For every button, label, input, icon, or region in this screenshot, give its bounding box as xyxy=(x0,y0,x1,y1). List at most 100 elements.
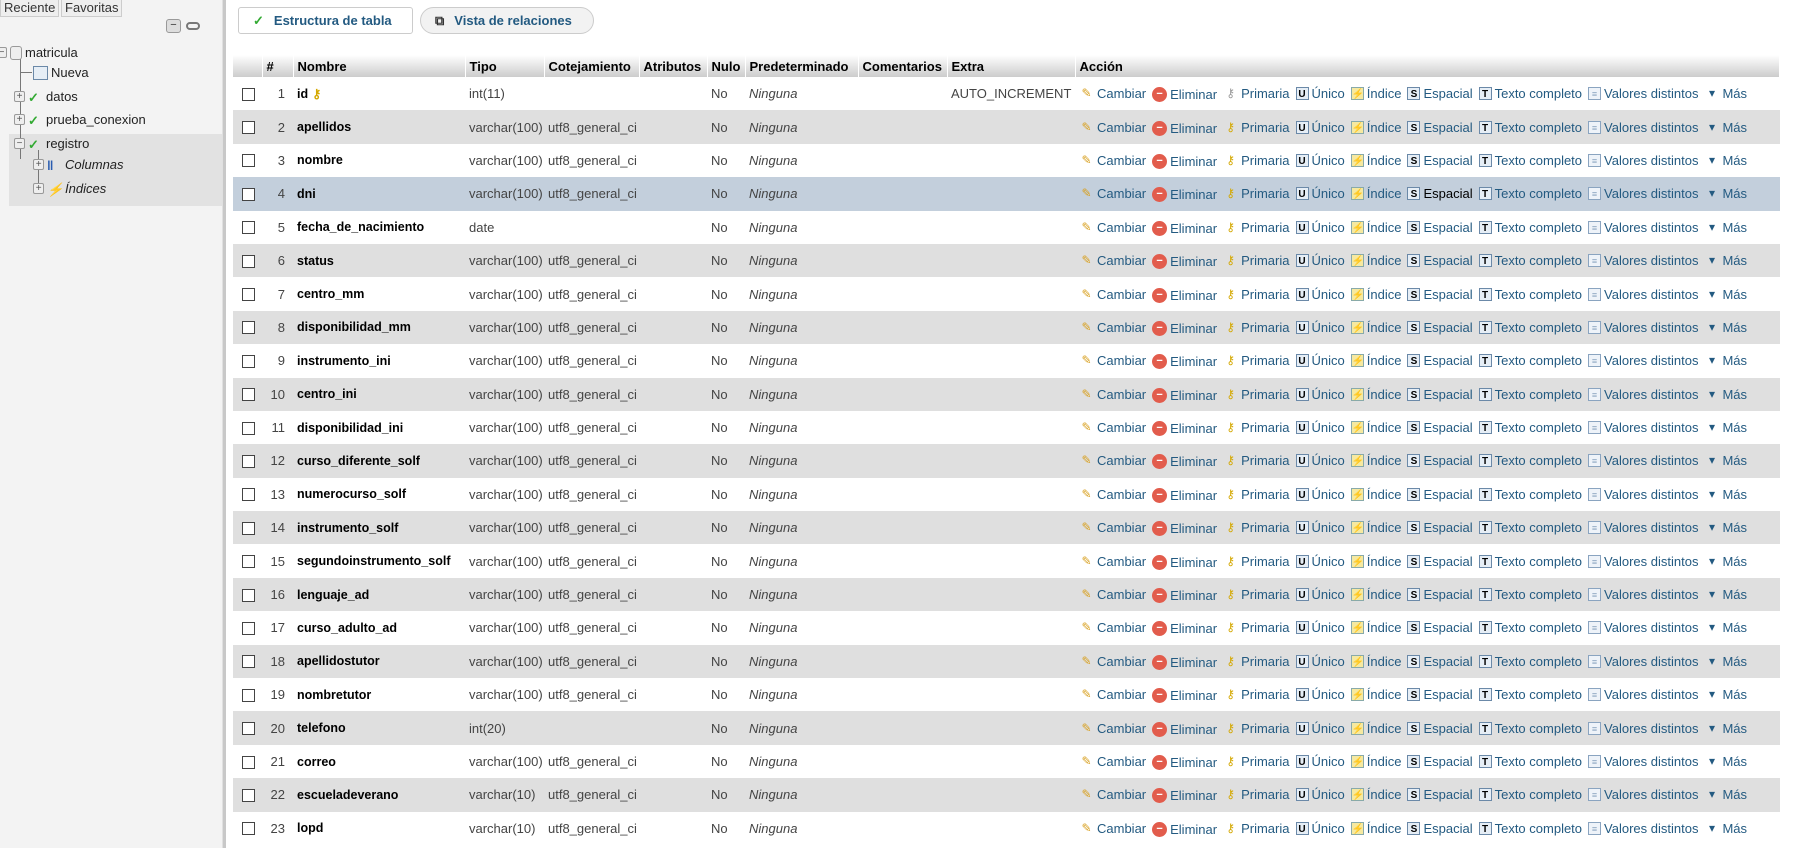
change-action[interactable]: ✎ Cambiar xyxy=(1079,253,1146,268)
more-action[interactable]: ▾ Más xyxy=(1704,220,1747,235)
more-action[interactable]: ▾ Más xyxy=(1704,754,1747,769)
unique-action[interactable]: U Único xyxy=(1295,186,1345,201)
relation-view-button[interactable]: ⧉ Vista de relaciones xyxy=(420,7,594,34)
index-action[interactable]: ⚡ Índice xyxy=(1350,487,1401,502)
distinct-values-action[interactable]: ≡ Valores distintos xyxy=(1588,287,1698,302)
fulltext-action[interactable]: T Texto completo xyxy=(1478,320,1582,335)
change-action[interactable]: ✎ Cambiar xyxy=(1079,654,1146,669)
unique-action[interactable]: U Único xyxy=(1295,654,1345,669)
primary-action[interactable]: ⚷ Primaria xyxy=(1223,687,1289,702)
more-action[interactable]: ▾ Más xyxy=(1704,453,1747,468)
row-checkbox[interactable] xyxy=(242,454,255,468)
change-action[interactable]: ✎ Cambiar xyxy=(1079,353,1146,368)
index-action[interactable]: ⚡ Índice xyxy=(1350,787,1401,802)
more-action[interactable]: ▾ Más xyxy=(1704,554,1747,569)
expand-icon[interactable]: + xyxy=(33,159,44,170)
fulltext-action[interactable]: T Texto completo xyxy=(1478,387,1582,402)
change-action[interactable]: ✎ Cambiar xyxy=(1079,287,1146,302)
fulltext-action[interactable]: T Texto completo xyxy=(1478,721,1582,736)
column-header[interactable]: Extra xyxy=(947,55,1076,77)
fulltext-action[interactable]: T Texto completo xyxy=(1478,787,1582,802)
primary-action[interactable]: ⚷ Primaria xyxy=(1223,253,1289,268)
unique-action[interactable]: U Único xyxy=(1295,687,1345,702)
fulltext-action[interactable]: T Texto completo xyxy=(1478,654,1582,669)
more-action[interactable]: ▾ Más xyxy=(1704,620,1747,635)
spatial-action[interactable]: S Espacial xyxy=(1407,487,1473,502)
drop-action[interactable]: − Eliminar xyxy=(1152,588,1217,604)
fulltext-action[interactable]: T Texto completo xyxy=(1478,687,1582,702)
row-checkbox[interactable] xyxy=(242,588,255,602)
column-name-cell[interactable]: telefono xyxy=(293,711,465,745)
column-header[interactable]: Nombre xyxy=(293,55,466,77)
spatial-action[interactable]: S Espacial xyxy=(1407,153,1473,168)
unique-action[interactable]: U Único xyxy=(1295,620,1345,635)
distinct-values-action[interactable]: ≡ Valores distintos xyxy=(1588,153,1698,168)
row-checkbox[interactable] xyxy=(242,254,255,268)
primary-action[interactable]: ⚷ Primaria xyxy=(1223,320,1289,335)
more-action[interactable]: ▾ Más xyxy=(1704,687,1747,702)
index-action[interactable]: ⚡ Índice xyxy=(1350,120,1401,135)
row-checkbox[interactable] xyxy=(242,788,255,802)
column-name-cell[interactable]: instrumento_ini xyxy=(293,344,465,377)
fulltext-action[interactable]: T Texto completo xyxy=(1478,620,1582,635)
spatial-action[interactable]: S Espacial xyxy=(1407,453,1473,468)
change-action[interactable]: ✎ Cambiar xyxy=(1079,420,1146,435)
more-action[interactable]: ▾ Más xyxy=(1704,821,1747,836)
tree-columns[interactable]: + ‖ Columnas xyxy=(33,157,124,173)
drop-action[interactable]: − Eliminar xyxy=(1152,220,1217,236)
more-action[interactable]: ▾ Más xyxy=(1704,787,1747,802)
row-checkbox[interactable] xyxy=(242,221,255,235)
spatial-action[interactable]: S Espacial xyxy=(1407,420,1473,435)
spatial-action[interactable]: S Espacial xyxy=(1407,186,1473,201)
fulltext-action[interactable]: T Texto completo xyxy=(1478,153,1582,168)
distinct-values-action[interactable]: ≡ Valores distintos xyxy=(1588,754,1698,769)
primary-action[interactable]: ⚷ Primaria xyxy=(1223,787,1289,802)
more-action[interactable]: ▾ Más xyxy=(1704,520,1747,535)
column-name-cell[interactable]: numerocurso_solf xyxy=(293,478,465,511)
tab-recent[interactable]: Reciente xyxy=(0,0,60,17)
change-action[interactable]: ✎ Cambiar xyxy=(1079,554,1146,569)
link-with-main-icon[interactable] xyxy=(186,22,200,30)
column-name-cell[interactable]: disponibilidad_ini xyxy=(293,411,465,444)
distinct-values-action[interactable]: ≡ Valores distintos xyxy=(1588,721,1698,736)
fulltext-action[interactable]: T Texto completo xyxy=(1478,821,1582,836)
fulltext-action[interactable]: T Texto completo xyxy=(1478,287,1582,302)
drop-action[interactable]: − Eliminar xyxy=(1152,654,1217,670)
drop-action[interactable]: − Eliminar xyxy=(1152,554,1217,570)
tab-favorites[interactable]: Favoritas xyxy=(61,0,123,17)
column-name-cell[interactable]: escueladeverano xyxy=(293,778,465,812)
spatial-action[interactable]: S Espacial xyxy=(1407,86,1473,101)
primary-action[interactable]: ⚷ Primaria xyxy=(1223,287,1289,302)
row-checkbox[interactable] xyxy=(242,288,255,302)
primary-action[interactable]: ⚷ Primaria xyxy=(1223,587,1289,602)
column-name-cell[interactable]: status xyxy=(293,243,465,278)
unique-action[interactable]: U Único xyxy=(1295,487,1345,502)
more-action[interactable]: ▾ Más xyxy=(1704,186,1747,201)
column-name-cell[interactable]: fecha_de_nacimiento xyxy=(293,211,465,244)
tree-table-prueba-conexion[interactable]: + ✓ prueba_conexion xyxy=(14,112,146,128)
row-checkbox[interactable] xyxy=(242,354,255,368)
unique-action[interactable]: U Único xyxy=(1295,387,1345,402)
drop-action[interactable]: − Eliminar xyxy=(1152,153,1217,169)
change-action[interactable]: ✎ Cambiar xyxy=(1079,86,1146,101)
index-action[interactable]: ⚡ Índice xyxy=(1350,620,1401,635)
spatial-action[interactable]: S Espacial xyxy=(1407,320,1473,335)
distinct-values-action[interactable]: ≡ Valores distintos xyxy=(1588,186,1698,201)
fulltext-action[interactable]: T Texto completo xyxy=(1478,120,1582,135)
primary-action[interactable]: ⚷ Primaria xyxy=(1223,420,1289,435)
more-action[interactable]: ▾ Más xyxy=(1704,86,1747,101)
drop-action[interactable]: − Eliminar xyxy=(1152,454,1217,470)
change-action[interactable]: ✎ Cambiar xyxy=(1079,587,1146,602)
distinct-values-action[interactable]: ≡ Valores distintos xyxy=(1588,420,1698,435)
more-action[interactable]: ▾ Más xyxy=(1704,287,1747,302)
index-action[interactable]: ⚡ Índice xyxy=(1350,253,1401,268)
primary-action[interactable]: ⚷ Primaria xyxy=(1223,186,1289,201)
index-action[interactable]: ⚡ Índice xyxy=(1350,687,1401,702)
change-action[interactable]: ✎ Cambiar xyxy=(1079,153,1146,168)
spatial-action[interactable]: S Espacial xyxy=(1407,721,1473,736)
primary-action[interactable]: ⚷ Primaria xyxy=(1223,120,1289,135)
index-action[interactable]: ⚡ Índice xyxy=(1350,587,1401,602)
change-action[interactable]: ✎ Cambiar xyxy=(1079,620,1146,635)
row-checkbox[interactable] xyxy=(242,488,255,502)
row-checkbox[interactable] xyxy=(242,321,255,335)
